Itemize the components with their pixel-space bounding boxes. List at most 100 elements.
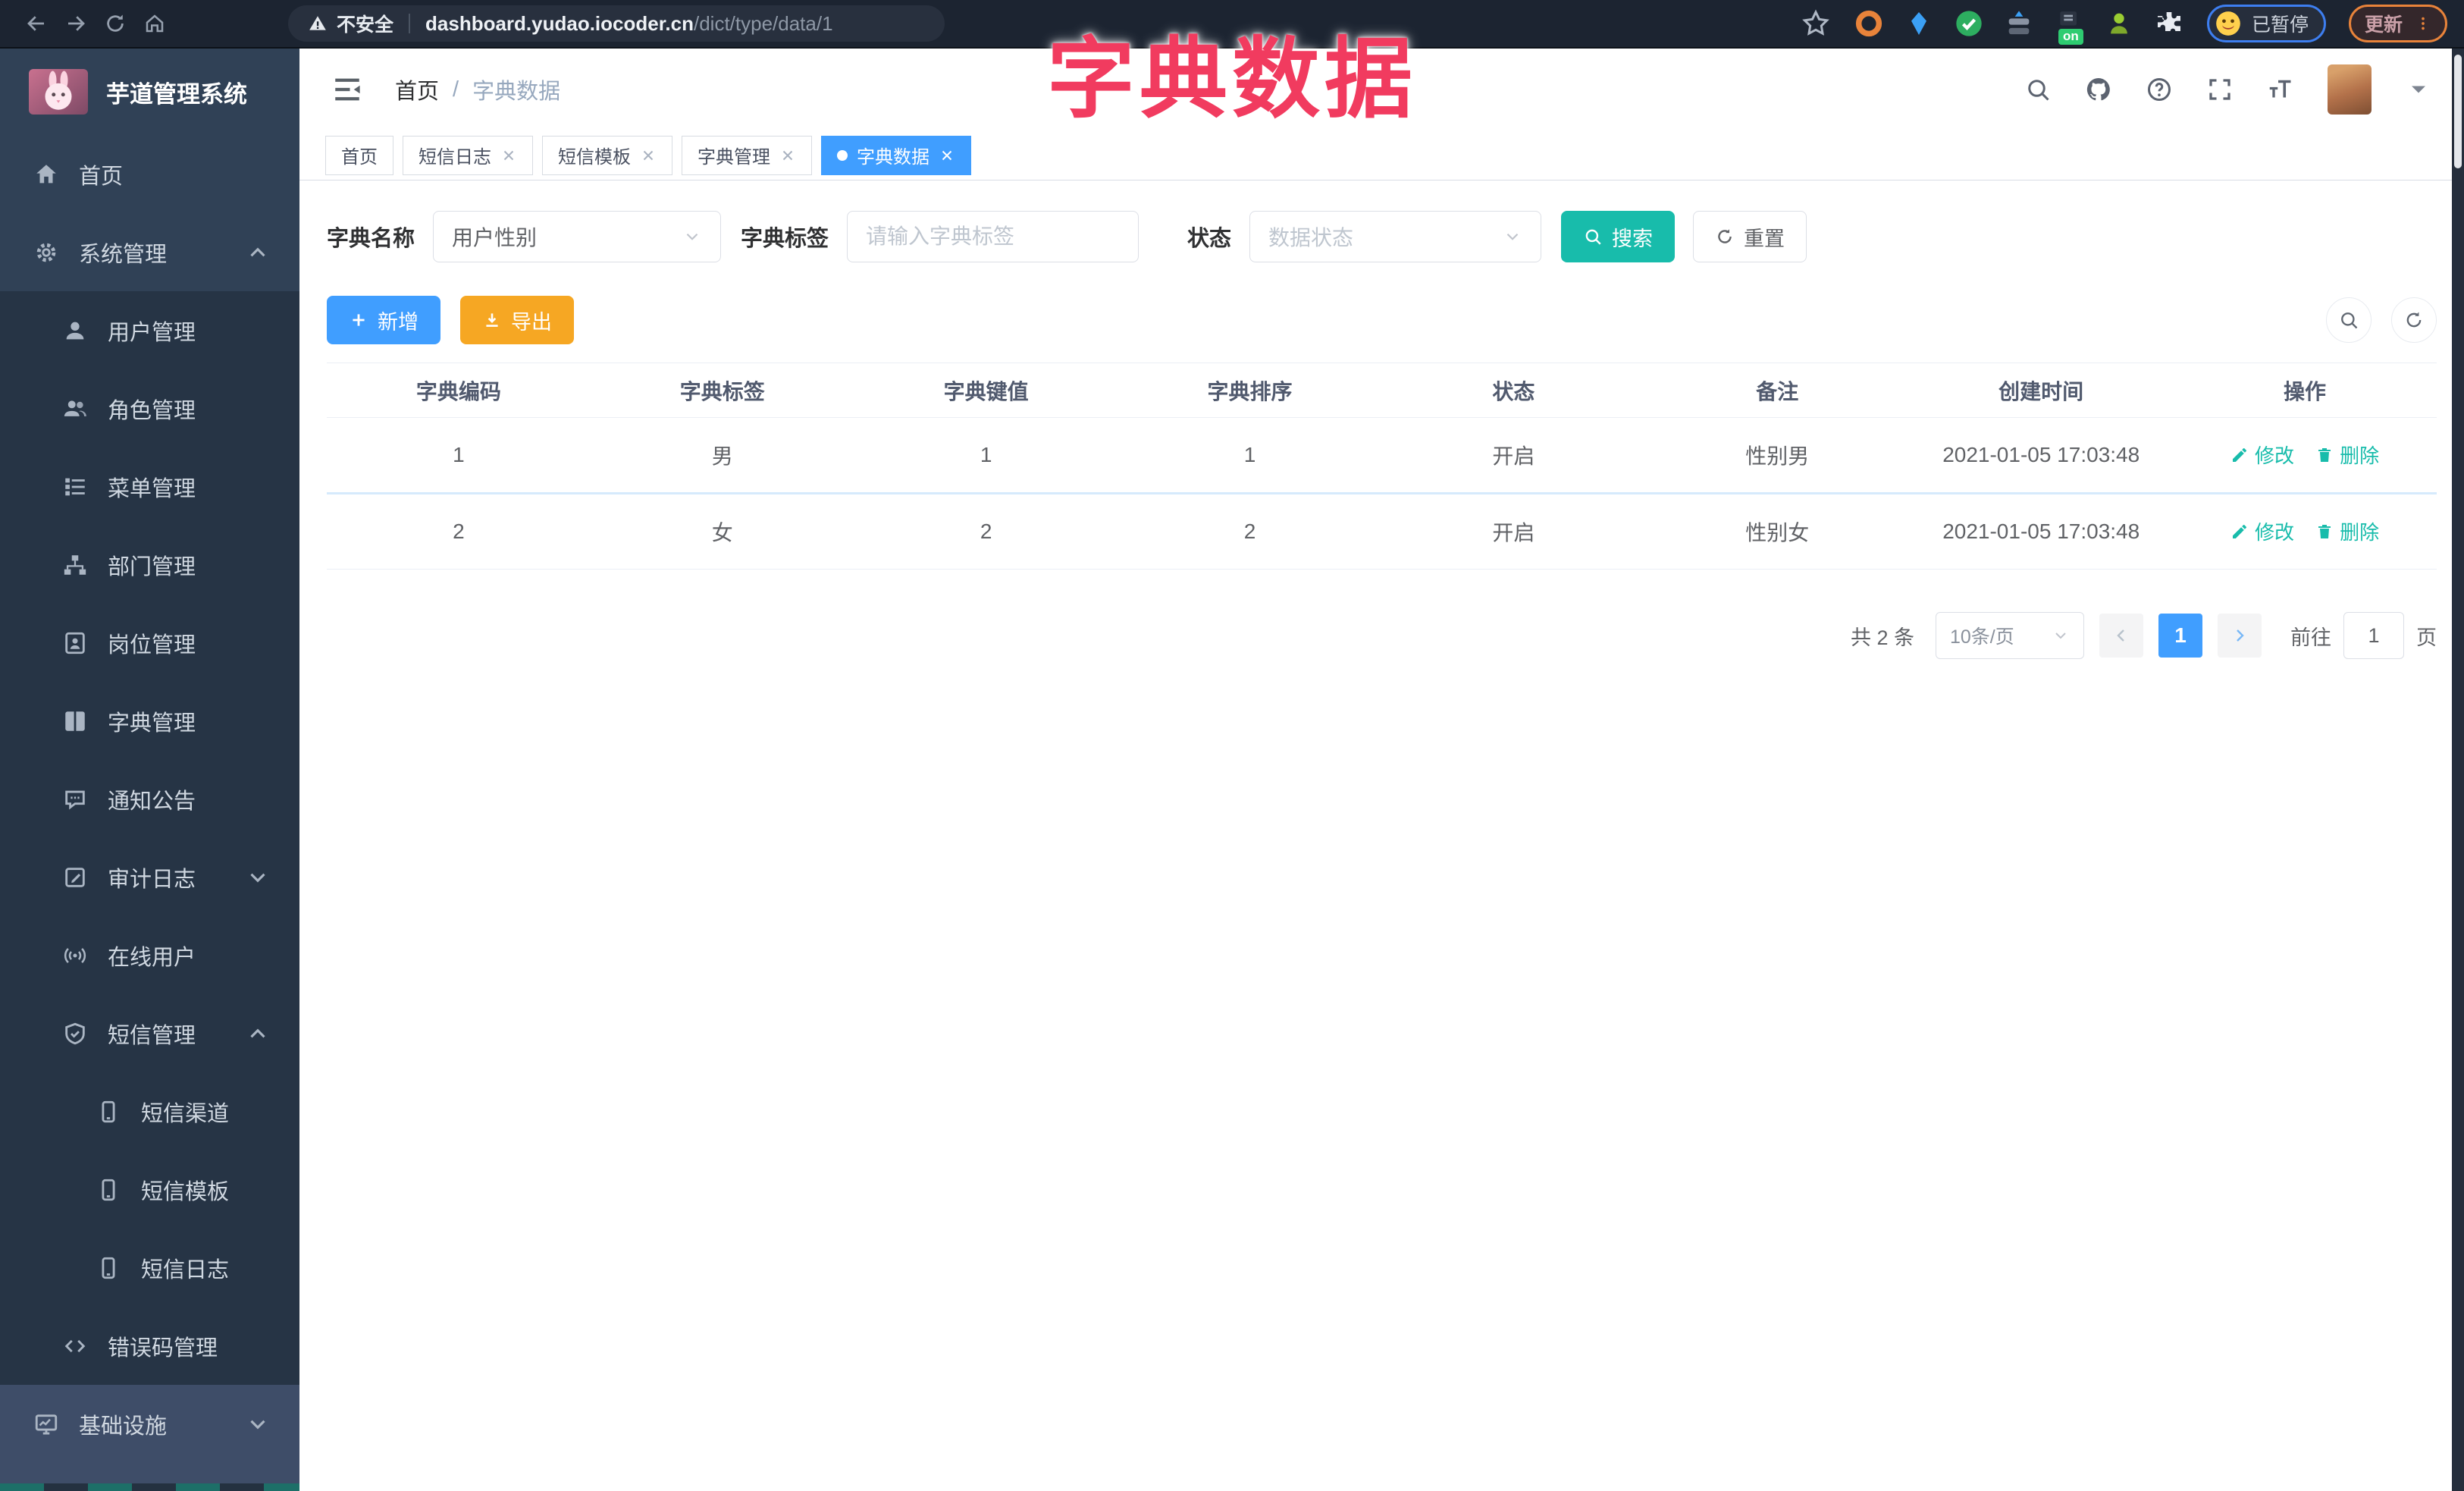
sidebar-item[interactable]: 错误码管理 <box>0 1307 299 1385</box>
sidebar-item[interactable]: 角色管理 <box>0 369 299 447</box>
close-icon[interactable] <box>939 147 955 164</box>
ext-puzzle-extension-icon[interactable] <box>2154 8 2184 39</box>
delete-link[interactable]: 删除 <box>2315 517 2379 545</box>
tags-view-bar: 首页 短信日志 短信模板 字典管理 字典数据 <box>299 130 2464 180</box>
ext-ring-extension-icon[interactable] <box>1854 8 1884 39</box>
dict-label-input[interactable] <box>866 224 1121 249</box>
book-icon <box>62 708 88 734</box>
ext-user-extension-icon[interactable] <box>2104 8 2134 39</box>
address-bar[interactable]: 不安全 dashboard.yudao.iocoder.cn /dict/typ… <box>288 5 945 42</box>
back-button[interactable] <box>17 4 56 43</box>
tag-view-tab[interactable]: 字典管理 <box>682 135 812 175</box>
breadcrumb-separator: / <box>453 77 459 102</box>
ext-on-extension-icon[interactable]: on <box>2054 8 2084 45</box>
avatar-caret-down-icon[interactable] <box>2405 76 2432 103</box>
dict-name-select[interactable]: 用户性别 <box>433 211 722 262</box>
phone-icon <box>96 1177 121 1203</box>
prev-page-button[interactable] <box>2099 614 2143 658</box>
font-size-icon[interactable] <box>2267 76 2294 103</box>
reload-button[interactable] <box>96 4 135 43</box>
edit-link[interactable]: 修改 <box>2230 441 2294 469</box>
table-toolbar: 新增 导出 <box>327 296 2437 344</box>
search-icon[interactable] <box>2024 76 2052 103</box>
sidebar-item[interactable]: 短信日志 <box>0 1229 299 1307</box>
ext-gem-extension-icon[interactable] <box>1904 8 1934 39</box>
tag-view-tab[interactable]: 短信日志 <box>403 135 533 175</box>
kebab-menu-icon[interactable] <box>2415 12 2431 35</box>
search-button[interactable]: 搜索 <box>1561 211 1676 262</box>
help-icon[interactable] <box>2146 76 2173 103</box>
sidebar-item[interactable]: 首页 <box>0 135 299 213</box>
monitor-chart-icon <box>33 1411 59 1437</box>
logo-row[interactable]: 芋道管理系统 <box>0 49 299 135</box>
sidebar-item[interactable]: 短信渠道 <box>0 1072 299 1150</box>
tag-view-tab[interactable]: 短信模板 <box>542 135 672 175</box>
page-size-select[interactable]: 10条/页 <box>1936 612 2084 659</box>
close-icon[interactable] <box>500 147 517 164</box>
breadcrumb-current: 字典数据 <box>472 80 561 104</box>
edit-link[interactable]: 修改 <box>2230 517 2294 545</box>
close-icon[interactable] <box>779 147 796 164</box>
extensions-group: on <box>1854 8 2184 45</box>
sidebar-item[interactable]: 在线用户 <box>0 916 299 994</box>
tag-view-tab[interactable]: 首页 <box>325 135 393 175</box>
bookmark-star-icon[interactable] <box>1801 8 1831 39</box>
sidebar-item[interactable]: 基础设施 <box>0 1385 299 1463</box>
window-scrollbar[interactable] <box>2452 49 2464 1491</box>
message-bubble-icon <box>62 786 88 812</box>
menu-fold-icon[interactable] <box>331 74 363 105</box>
refresh-table-button[interactable] <box>2391 297 2437 343</box>
sidebar-item[interactable]: 系统管理 <box>0 213 299 291</box>
browser-profile-chip[interactable]: 已暂停 <box>2206 5 2326 42</box>
status-select[interactable]: 数据状态 <box>1249 211 1542 262</box>
show-search-toggle-button[interactable] <box>2326 297 2372 343</box>
next-page-button[interactable] <box>2218 614 2262 658</box>
sidebar-item[interactable]: 岗位管理 <box>0 604 299 682</box>
sidebar-item-label: 短信渠道 <box>141 1101 230 1126</box>
add-button-label: 新增 <box>378 310 419 334</box>
refresh-icon <box>2403 309 2425 331</box>
tag-view-tab[interactable]: 字典数据 <box>821 135 971 175</box>
ext-toggle-extension-icon[interactable] <box>2004 8 2034 39</box>
dict-data-table: 字典编码 字典标签 字典键值 字典排序 状态 备注 创建时间 操作 1 男 1 1 开启 性别男 2021… <box>327 363 2437 570</box>
sidebar-item[interactable]: 短信模板 <box>0 1150 299 1229</box>
table-cell-value: 2 <box>854 492 1118 570</box>
table-header-cell: 字典编码 <box>327 363 591 418</box>
tab-label: 首页 <box>341 147 378 168</box>
fullscreen-icon[interactable] <box>2206 76 2234 103</box>
ext-check-extension-icon[interactable] <box>1954 8 1984 39</box>
sidebar-item[interactable]: 部门管理 <box>0 526 299 604</box>
user-avatar[interactable] <box>2328 64 2372 115</box>
table-header-cell: 备注 <box>1645 363 1910 418</box>
url-path: /dict/type/data/1 <box>693 11 833 35</box>
page-number-1[interactable]: 1 <box>2158 614 2202 658</box>
security-label: 不安全 <box>337 14 394 36</box>
sidebar-item[interactable]: 通知公告 <box>0 760 299 838</box>
reset-button[interactable]: 重置 <box>1693 211 1807 262</box>
github-icon[interactable] <box>2085 76 2112 103</box>
extension-on-badge: on <box>2058 29 2083 45</box>
table-cell-created: 2021-01-05 17:03:48 <box>1909 417 2174 494</box>
delete-link[interactable]: 删除 <box>2315 441 2379 469</box>
sidebar-item[interactable]: 审计日志 <box>0 838 299 916</box>
browser-update-button[interactable]: 更新 <box>2348 5 2447 42</box>
sidebar-item[interactable]: 用户管理 <box>0 291 299 369</box>
menu-list-icon <box>62 474 88 500</box>
breadcrumb-home[interactable]: 首页 <box>395 74 439 105</box>
sidebar-item-label: 岗位管理 <box>108 632 196 658</box>
forward-button[interactable] <box>56 4 96 43</box>
close-icon[interactable] <box>640 147 657 164</box>
tab-label: 短信日志 <box>419 147 491 168</box>
scrollbar-thumb[interactable] <box>2454 55 2462 168</box>
sidebar-item-label: 菜单管理 <box>108 476 196 501</box>
add-button[interactable]: 新增 <box>327 296 440 344</box>
goto-page-input[interactable] <box>2343 612 2404 659</box>
page-content: 字典名称 用户性别 字典标签 状态 数据状态 搜索 <box>299 180 2464 1491</box>
export-button[interactable]: 导出 <box>460 296 574 344</box>
sidebar-item[interactable]: 菜单管理 <box>0 447 299 526</box>
reload-icon <box>104 12 127 35</box>
sidebar-item[interactable]: 短信管理 <box>0 994 299 1072</box>
table-header-cell: 操作 <box>2173 363 2437 418</box>
home-button[interactable] <box>135 4 174 43</box>
sidebar-item[interactable]: 字典管理 <box>0 682 299 760</box>
